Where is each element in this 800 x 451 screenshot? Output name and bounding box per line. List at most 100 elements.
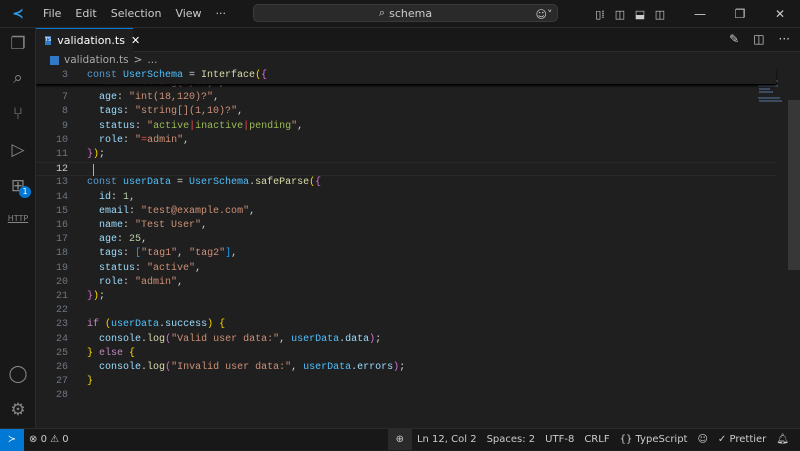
code-line[interactable]: 24 console.log("Valid user data:", userD… <box>36 333 776 347</box>
code-line[interactable]: 11}); <box>36 148 776 162</box>
run-debug-icon[interactable]: ▷ <box>0 140 36 160</box>
prettier-status[interactable]: ✓ Prettier <box>713 434 771 445</box>
breadcrumb-symbols[interactable]: ... <box>147 54 157 66</box>
code-text: name: "Test User", <box>87 219 207 233</box>
code-line[interactable]: 7 age: "int(18,120)?", <box>36 91 776 105</box>
command-center-search[interactable]: ⌕ schema <box>253 4 558 22</box>
menu-selection[interactable]: Selection <box>104 7 169 20</box>
account-icon[interactable]: ◯ <box>0 364 36 384</box>
line-number: 11 <box>55 149 68 160</box>
code-token: , <box>291 362 304 373</box>
edit-pencil-icon[interactable]: ✎ <box>729 32 739 46</box>
problems-indicator[interactable]: ⊗ 0 ⚠ 0 <box>24 434 74 445</box>
source-control-icon[interactable]: ⑂ <box>0 104 36 124</box>
code-token: "tag1" <box>141 248 178 260</box>
code-token: , <box>297 120 304 132</box>
vertical-scrollbar[interactable] <box>788 100 800 270</box>
code-line[interactable]: 22 <box>36 304 776 318</box>
notifications-bell-icon[interactable]: 🔔︎ <box>771 434 794 445</box>
customize-layout-icon[interactable]: ▯⁞ <box>590 8 610 21</box>
code-line[interactable]: 20 role: "admin", <box>36 276 776 290</box>
code-line[interactable]: 14 id: 1, <box>36 191 776 205</box>
code-editor[interactable]: 3const UserSchema = Interface({ 6 name: … <box>36 68 800 428</box>
indentation[interactable]: Spaces: 2 <box>482 434 541 445</box>
explorer-icon[interactable]: ❐ <box>0 34 36 54</box>
close-window-icon[interactable]: ✕ <box>760 7 800 21</box>
code-token: console <box>99 362 142 373</box>
code-line[interactable]: 15 email: "test@example.com", <box>36 205 776 219</box>
code-line[interactable]: 27} <box>36 375 776 389</box>
copilot-status-icon[interactable]: ☺ <box>692 434 712 445</box>
line-number: 22 <box>55 305 68 317</box>
settings-gear-icon[interactable]: ⚙ <box>0 400 36 420</box>
status-bar: ≻ ⊗ 0 ⚠ 0 ⊕ Ln 12, Col 2 Spaces: 2 UTF-8… <box>0 428 800 451</box>
line-number: 27 <box>55 376 68 388</box>
cursor-position[interactable]: Ln 12, Col 2 <box>412 434 482 445</box>
tab-validation-ts[interactable]: TS validation.ts ✕ <box>36 28 140 52</box>
code-token: 25 <box>129 234 142 246</box>
code-line[interactable]: 28 <box>36 389 776 403</box>
line-number: 23 <box>55 319 68 331</box>
vscode-logo-icon: ≺ <box>12 5 24 22</box>
code-token: email <box>99 205 130 217</box>
code-line[interactable]: 12 <box>36 162 776 177</box>
menu-more[interactable]: ··· <box>209 7 234 20</box>
menu-view[interactable]: View <box>168 7 208 20</box>
menu-file[interactable]: File <box>36 7 68 20</box>
line-number: 10 <box>55 134 68 146</box>
split-editor-icon[interactable]: ◫ <box>753 32 764 46</box>
code-token: : <box>129 205 142 217</box>
code-token: , <box>279 333 292 345</box>
breadcrumb-file[interactable]: validation.ts <box>64 54 129 66</box>
menu-edit[interactable]: Edit <box>68 7 103 20</box>
language-mode[interactable]: {} TypeScript <box>615 434 693 445</box>
code-line[interactable]: 18 tags: ["tag1", "tag2"], <box>36 247 776 261</box>
code-line[interactable]: 21}); <box>36 290 776 304</box>
breadcrumb-separator: > <box>133 54 143 66</box>
code-line[interactable]: 8 tags: "string[](1,10)?", <box>36 105 776 119</box>
title-bar: ≺ File Edit Selection View ··· ← → ⌕ sch… <box>0 0 800 28</box>
restore-icon[interactable]: ❐ <box>720 7 760 21</box>
code-token: , <box>231 248 238 260</box>
sticky-scroll-header[interactable]: 3 const UserSchema = Interface({ <box>36 68 776 84</box>
code-line[interactable]: 23 if (userData.success) { <box>36 318 776 332</box>
minimize-icon[interactable]: — <box>680 7 720 21</box>
encoding[interactable]: UTF-8 <box>540 434 579 445</box>
line-number: 26 <box>55 362 68 373</box>
line-number: 16 <box>55 220 68 231</box>
code-line[interactable]: 10 role: "=admin", <box>36 134 776 148</box>
code-line[interactable]: 26 console.log("Invalid user data:", use… <box>36 361 776 375</box>
end-of-line[interactable]: CRLF <box>579 434 614 445</box>
code-token: "active" <box>147 262 196 274</box>
code-line[interactable]: 19 status: "active", <box>36 262 776 276</box>
code-line[interactable]: 16 name: "Test User", <box>36 219 776 233</box>
remote-indicator-icon[interactable]: ≻ <box>0 428 24 451</box>
search-icon[interactable]: ⌕ <box>0 68 36 88</box>
code-line[interactable]: 25} else { <box>36 347 776 361</box>
close-tab-icon[interactable]: ✕ <box>131 34 140 47</box>
code-line[interactable]: 9 status: "active|inactive|pending", <box>36 120 776 134</box>
code-token: { <box>219 319 226 331</box>
copilot-icon[interactable]: ☺˅ <box>528 8 560 21</box>
line-number: 14 <box>55 191 68 203</box>
http-client-icon[interactable]: HTTP <box>0 214 36 223</box>
code-token: safeParse <box>255 177 310 189</box>
toggle-panel-icon[interactable]: ⬓ <box>630 8 650 21</box>
toggle-secondary-sidebar-icon[interactable]: ◫ <box>650 8 670 21</box>
code-text <box>87 163 99 177</box>
zoom-icon[interactable]: ⊕ <box>387 429 412 450</box>
code-line[interactable]: 17 age: 25, <box>36 233 776 247</box>
code-text: role: "=admin", <box>87 134 189 148</box>
prettier-label: Prettier <box>729 434 767 445</box>
code-token: , <box>249 205 256 217</box>
code-text: email: "test@example.com", <box>87 205 255 219</box>
toggle-sidebar-icon[interactable]: ◫ <box>610 8 630 21</box>
code-text: tags: "string[](1,10)?", <box>87 105 243 119</box>
code-token: Interface <box>201 70 256 81</box>
code-line[interactable]: 13 const userData = UserSchema.safeParse(… <box>36 176 776 190</box>
code-text: const UserSchema = Interface({ <box>87 69 267 83</box>
line-number: 17 <box>55 234 68 246</box>
more-actions-icon[interactable]: ··· <box>779 32 790 46</box>
code-token: admin" <box>147 134 184 146</box>
